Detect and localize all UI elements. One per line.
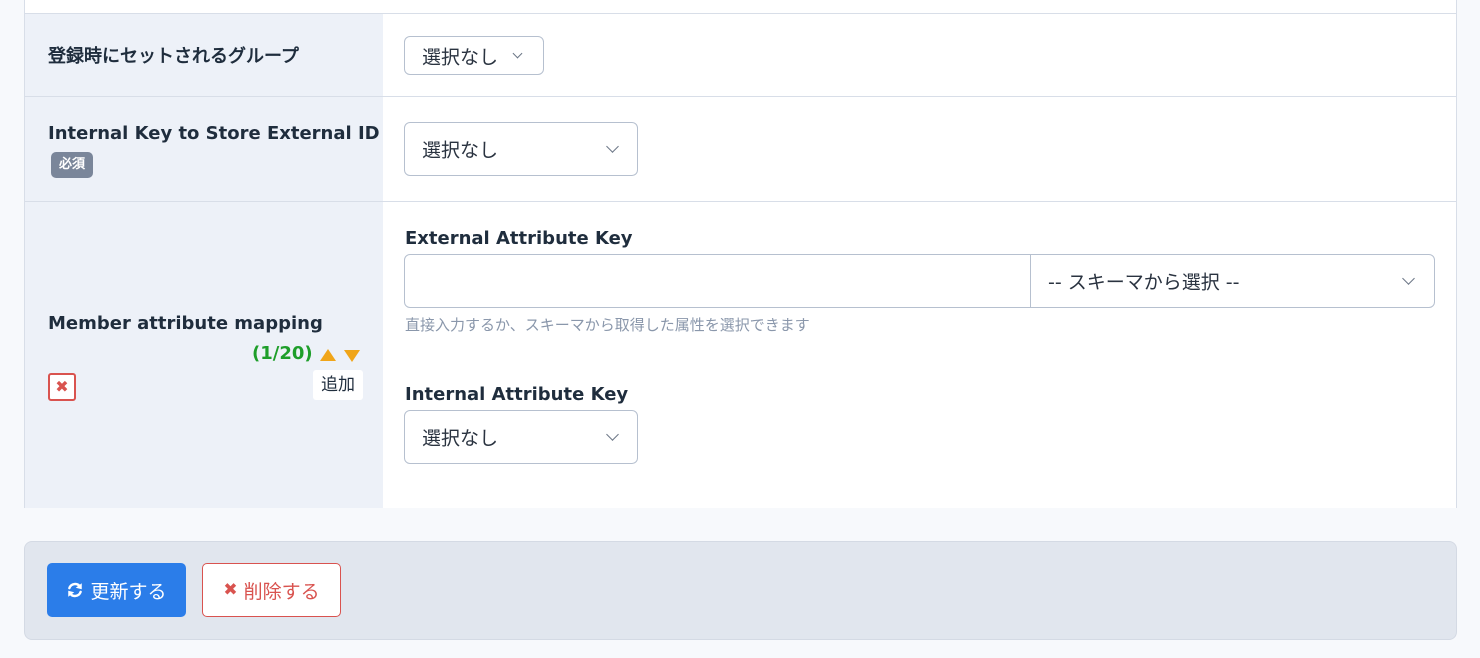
chevron-down-icon: [606, 140, 619, 153]
remove-mapping-button[interactable]: ✖: [48, 373, 76, 401]
label-cell: Internal Key to Store External ID 必須: [25, 97, 383, 201]
internal-attribute-key-select-value: 選択なし: [422, 427, 499, 450]
internal-attribute-key-select[interactable]: 選択なし: [404, 410, 638, 464]
internal-key-label: Internal Key to Store External ID: [48, 123, 380, 144]
move-up-icon[interactable]: [320, 349, 336, 361]
chevron-down-icon: [1402, 272, 1415, 285]
refresh-icon: [68, 582, 83, 598]
value-cell: 選択なし: [383, 14, 1456, 96]
settings-form-table: 登録時にセットされるグループ 選択なし Internal Key to Stor…: [24, 0, 1457, 508]
close-icon: ✖: [223, 580, 238, 600]
update-button-label: 更新する: [90, 580, 167, 603]
required-badge: 必須: [51, 152, 94, 178]
schema-attribute-select-value: -- スキーマから選択 --: [1048, 271, 1240, 294]
move-down-icon[interactable]: [344, 350, 360, 362]
registration-group-select-value: 選択なし: [422, 46, 499, 68]
form-action-bar: 更新する ✖ 削除する: [24, 541, 1457, 640]
delete-button-label: 削除する: [243, 580, 320, 603]
add-mapping-button[interactable]: 追加: [313, 370, 363, 400]
update-button[interactable]: 更新する: [47, 563, 186, 617]
label-cell: 登録時にセットされるグループ: [25, 14, 383, 96]
external-attribute-key-label: External Attribute Key: [405, 228, 633, 249]
value-cell: External Attribute Key -- スキーマから選択 -- 直接…: [383, 202, 1456, 508]
chevron-down-icon: [606, 428, 619, 441]
internal-key-select[interactable]: 選択なし: [404, 122, 638, 176]
registration-group-label: 登録時にセットされるグループ: [48, 46, 299, 67]
label-cell: Member attribute mapping (1/20) ✖ 追加: [25, 202, 383, 508]
delete-button[interactable]: ✖ 削除する: [202, 563, 341, 617]
row-member-attribute-mapping: Member attribute mapping (1/20) ✖ 追加 Ext…: [25, 202, 1456, 508]
schema-attribute-select[interactable]: -- スキーマから選択 --: [1030, 254, 1435, 308]
row-registration-group: 登録時にセットされるグループ 選択なし: [25, 13, 1456, 97]
registration-group-select[interactable]: 選択なし: [404, 36, 544, 75]
row-internal-key: Internal Key to Store External ID 必須 選択な…: [25, 97, 1456, 202]
external-key-help-text: 直接入力するか、スキーマから取得した属性を選択できます: [405, 316, 810, 334]
value-cell: 選択なし: [383, 97, 1456, 201]
internal-key-select-value: 選択なし: [422, 139, 499, 162]
mapping-counter: (1/20): [252, 343, 313, 364]
external-attribute-key-input[interactable]: [404, 254, 1032, 308]
internal-attribute-key-label: Internal Attribute Key: [405, 384, 629, 405]
member-attribute-mapping-label: Member attribute mapping: [48, 313, 323, 334]
chevron-down-icon: [512, 48, 523, 59]
